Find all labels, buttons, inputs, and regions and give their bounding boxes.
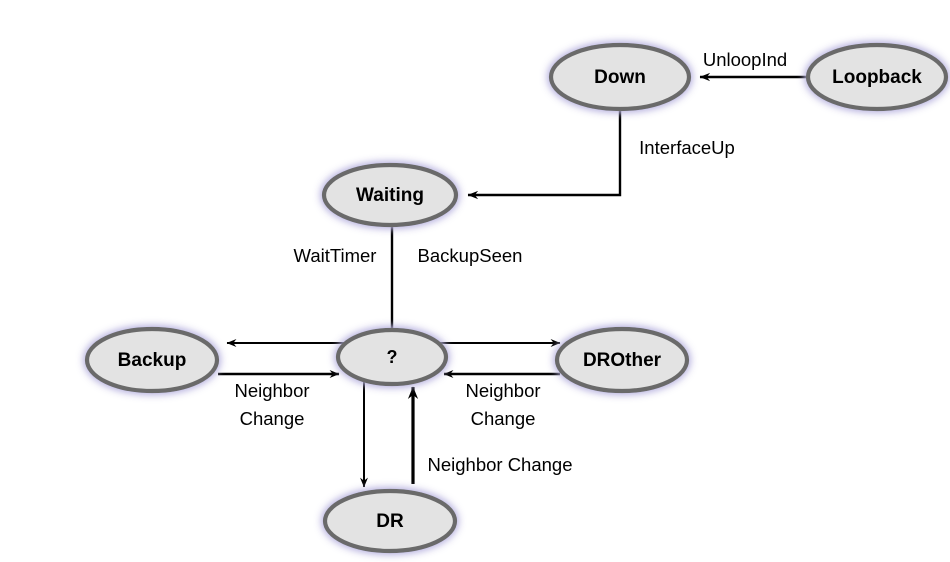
edge-label-backupseen: BackupSeen xyxy=(418,245,523,266)
node-backup[interactable]: Backup xyxy=(84,326,220,394)
node-drother-label: DROther xyxy=(583,350,662,371)
edge-label-layer: UnloopInd InterfaceUp WaitTimer BackupSe… xyxy=(234,49,787,475)
node-down[interactable]: Down xyxy=(548,42,692,112)
node-drother[interactable]: DROther xyxy=(554,326,690,394)
node-waiting[interactable]: Waiting xyxy=(321,162,459,228)
edge-label-dr-neighbor-change: Neighbor Change xyxy=(427,454,572,475)
edge-label-unloopind: UnloopInd xyxy=(703,49,787,70)
node-dr[interactable]: DR xyxy=(322,488,458,554)
edge-label-backup-change: Change xyxy=(240,408,305,429)
node-waiting-label: Waiting xyxy=(356,185,424,206)
ospf-interface-state-machine: Down Loopback Waiting Backup ? DROther D… xyxy=(84,42,949,554)
edge-label-drother-neighbor: Neighbor xyxy=(465,380,540,401)
node-backup-label: Backup xyxy=(118,350,187,371)
node-loopback[interactable]: Loopback xyxy=(805,42,949,112)
edge-label-interfaceup: InterfaceUp xyxy=(639,137,735,158)
node-down-label: Down xyxy=(594,67,646,88)
node-layer: Down Loopback Waiting Backup ? DROther D… xyxy=(84,42,949,554)
state-diagram-canvas: Down Loopback Waiting Backup ? DROther D… xyxy=(0,0,950,562)
node-loopback-label: Loopback xyxy=(832,67,922,88)
node-unknown[interactable]: ? xyxy=(335,327,449,387)
node-unknown-label: ? xyxy=(387,347,398,367)
node-dr-label: DR xyxy=(376,511,404,532)
edge-label-backup-neighbor: Neighbor xyxy=(234,380,309,401)
edge-label-waittimer: WaitTimer xyxy=(294,245,377,266)
edge-label-drother-change: Change xyxy=(471,408,536,429)
edge-line-interfaceup xyxy=(467,110,622,200)
edge-down-to-waiting xyxy=(467,110,622,200)
